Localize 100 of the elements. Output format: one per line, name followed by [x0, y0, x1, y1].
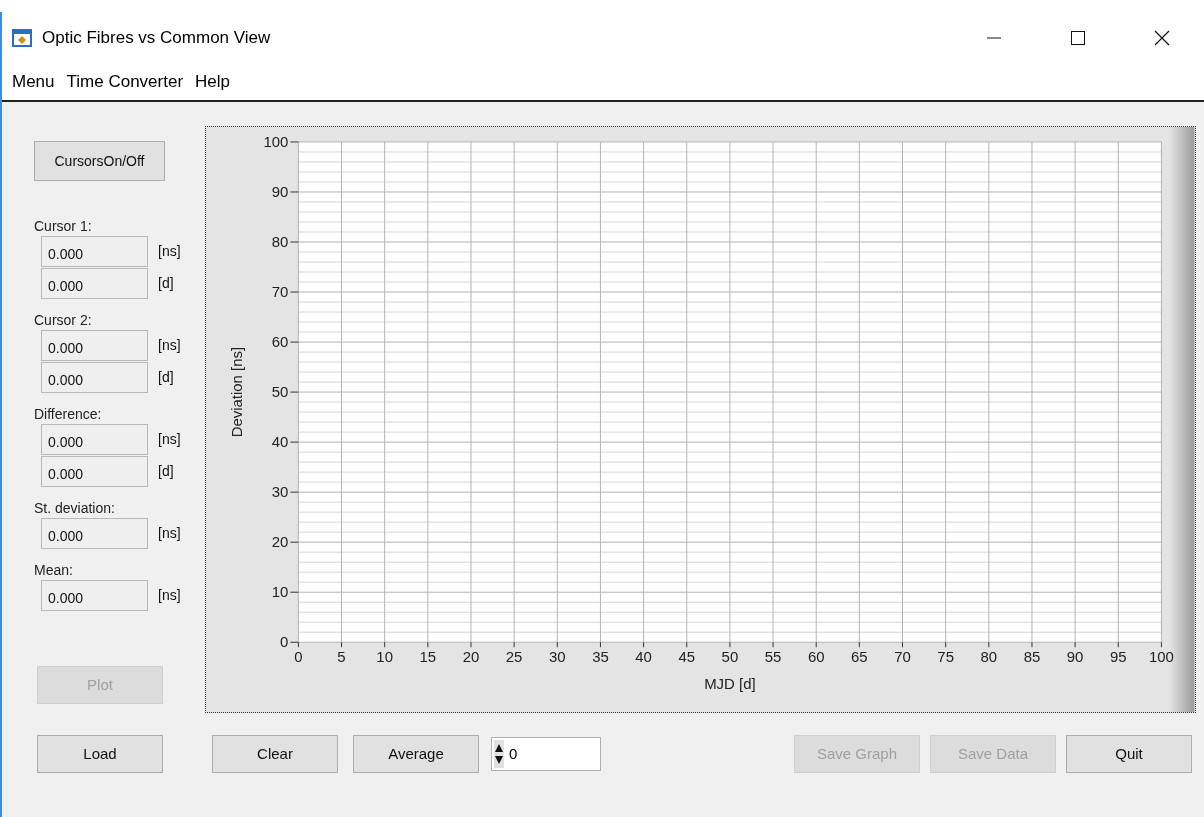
readout-label: Cursor 2: — [34, 311, 93, 329]
readout-field: 0.000 — [41, 580, 148, 611]
x-tick-label: 45 — [678, 648, 696, 666]
y-tick-label: 70 — [271, 283, 289, 300]
x-tick-label: 20 — [462, 648, 480, 666]
x-tick-mark — [599, 641, 601, 648]
push-button[interactable]: Average — [353, 735, 479, 773]
y-tick-label: 50 — [271, 383, 289, 401]
x-tick-mark — [513, 641, 515, 648]
x-tick-mark — [988, 641, 990, 648]
x-tick-mark — [470, 641, 472, 648]
y-tick-mark — [289, 191, 299, 193]
x-tick-mark — [945, 641, 947, 648]
x-tick-label: 65 — [851, 648, 868, 666]
maximize-icon[interactable] — [1070, 30, 1086, 46]
x-tick-mark — [1160, 641, 1162, 648]
x-tick-mark — [858, 641, 860, 648]
x-tick-mark — [643, 641, 645, 648]
y-tick-label: 90 — [271, 182, 289, 200]
x-tick-mark — [1117, 641, 1119, 648]
close-icon[interactable] — [1154, 30, 1170, 46]
y-tick-label: 20 — [271, 533, 289, 551]
readout-label: Cursor 1: — [34, 217, 93, 235]
spin-arrows-icon[interactable] — [494, 739, 504, 769]
x-tick-mark — [772, 641, 774, 648]
y-tick-mark — [289, 141, 299, 143]
x-tick-label: 60 — [807, 648, 825, 666]
push-button[interactable]: Load — [37, 735, 163, 773]
x-tick-label: 25 — [505, 648, 523, 666]
unit-label: [ns] — [158, 524, 181, 543]
readout-field: 0.000 — [41, 362, 148, 393]
cursors-toggle-button[interactable]: CursorsOn/Off — [34, 141, 165, 181]
readout-field: 0.000 — [41, 236, 148, 267]
x-tick-label: 95 — [1109, 648, 1127, 666]
y-tick-mark — [289, 391, 299, 393]
y-tick-label: 100 — [263, 132, 289, 150]
x-tick-label: 100 — [1148, 648, 1174, 666]
y-tick-label: 40 — [271, 433, 289, 451]
x-tick-label: 80 — [980, 648, 998, 666]
x-tick-label: 90 — [1066, 648, 1084, 666]
unit-label: [d] — [158, 368, 174, 387]
x-tick-mark — [815, 641, 817, 648]
x-tick-label: 40 — [635, 648, 652, 666]
y-tick-mark — [289, 441, 299, 443]
x-tick-mark — [729, 641, 731, 648]
window-title: Optic Fibres vs Common View — [42, 27, 271, 50]
y-tick-mark — [289, 341, 299, 343]
menu-item[interactable]: Help — [190, 69, 235, 95]
x-axis-title: MJD [d] — [704, 675, 756, 693]
y-tick-mark — [289, 241, 299, 243]
unit-label: [ns] — [158, 242, 181, 261]
x-tick-label: 5 — [337, 648, 346, 666]
app-icon — [12, 28, 32, 48]
readout-field: 0.000 — [41, 456, 148, 487]
unit-label: [d] — [158, 274, 174, 293]
menu-item[interactable]: Time Converter — [61, 69, 189, 95]
x-tick-mark — [297, 641, 299, 648]
y-tick-mark — [289, 641, 299, 643]
x-tick-label: 55 — [764, 648, 782, 666]
readout-field: 0.000 — [41, 268, 148, 299]
readout-label: Mean: — [34, 561, 74, 579]
x-tick-label: 35 — [592, 648, 609, 666]
x-tick-mark — [1031, 641, 1033, 648]
x-tick-label: 10 — [376, 648, 393, 666]
x-tick-label: 75 — [937, 648, 954, 666]
x-tick-label: 50 — [721, 648, 739, 666]
x-tick-label: 30 — [549, 648, 566, 666]
readout-field: 0.000 — [41, 424, 148, 455]
unit-label: [ns] — [158, 430, 181, 449]
readout-field: 0.000 — [41, 518, 148, 549]
x-tick-label: 0 — [294, 648, 303, 666]
y-tick-label: 60 — [271, 333, 289, 351]
spinner-value: 0 — [509, 743, 518, 764]
y-tick-label: 0 — [280, 633, 289, 651]
readout-label: St. deviation: — [34, 499, 116, 517]
x-tick-mark — [341, 641, 343, 648]
y-tick-mark — [289, 541, 299, 543]
y-tick-label: 10 — [271, 583, 289, 601]
unit-label: [d] — [158, 462, 174, 481]
x-tick-mark — [686, 641, 688, 648]
y-tick-mark — [289, 491, 299, 493]
unit-label: [ns] — [158, 586, 181, 605]
x-tick-mark — [556, 641, 558, 648]
y-axis-title: Deviation [ns] — [227, 346, 245, 438]
x-tick-label: 15 — [419, 648, 437, 666]
push-button[interactable]: Clear — [212, 735, 338, 773]
unit-label: [ns] — [158, 336, 181, 355]
push-button[interactable]: Quit — [1066, 735, 1192, 773]
y-tick-mark — [289, 291, 299, 293]
menu-item[interactable]: Menu — [7, 69, 60, 95]
x-tick-mark — [902, 641, 903, 648]
x-tick-mark — [1074, 641, 1076, 648]
readout-field: 0.000 — [41, 330, 148, 361]
spinner-field[interactable]: 0 — [491, 737, 601, 771]
x-tick-label: 85 — [1023, 648, 1041, 666]
y-tick-label: 80 — [271, 233, 289, 250]
x-tick-label: 70 — [894, 648, 911, 666]
x-tick-mark — [384, 641, 386, 648]
x-tick-mark — [427, 641, 429, 648]
readout-label: Difference: — [34, 405, 103, 423]
